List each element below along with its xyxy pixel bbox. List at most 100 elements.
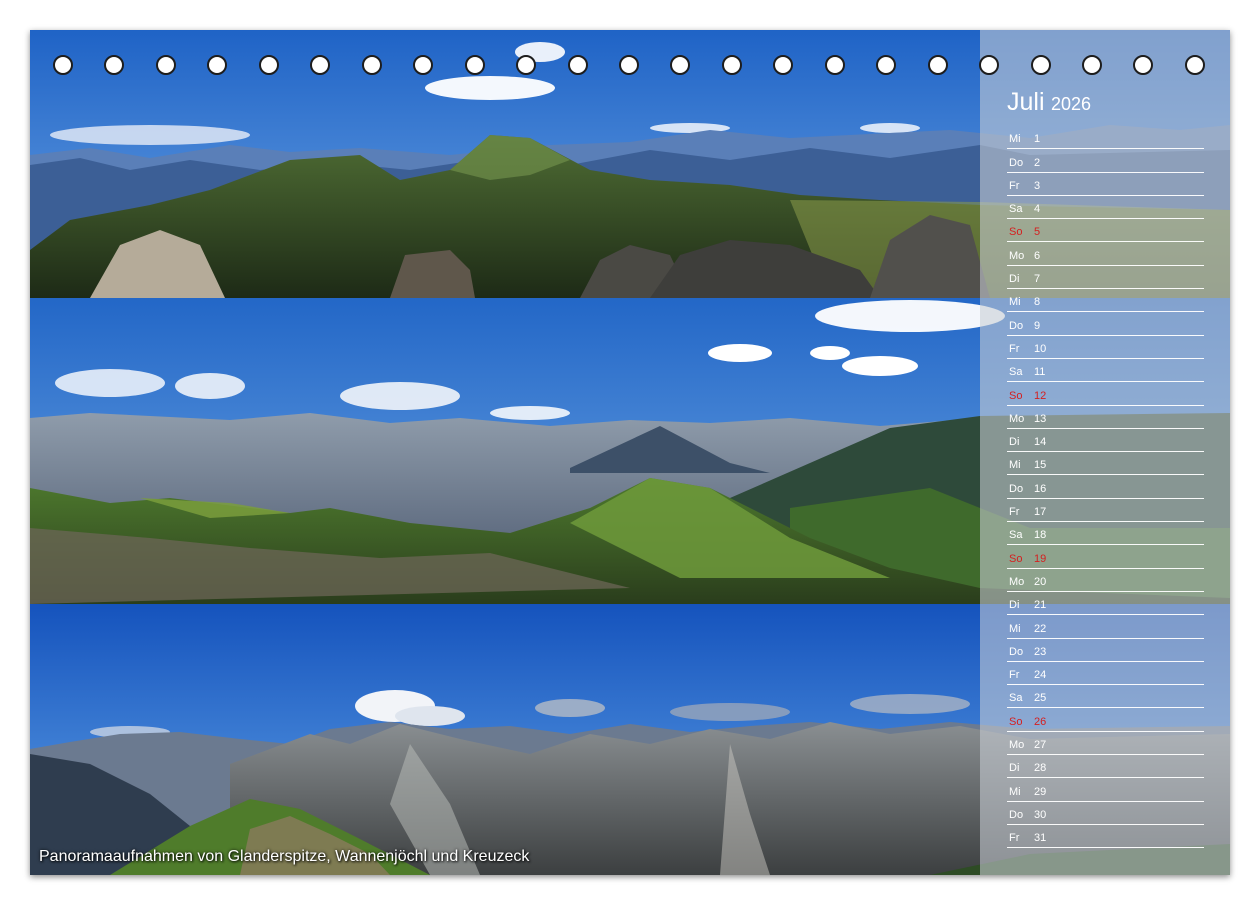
day-row: So 26: [1007, 708, 1204, 732]
weekday-label: Do: [1009, 319, 1024, 332]
binding-hole-icon: [773, 55, 794, 75]
binding-hole-icon: [567, 55, 588, 75]
binding-hole-icon: [258, 55, 279, 75]
weekday-label: Mo: [1009, 412, 1025, 425]
month-title: Juli 2026: [1007, 88, 1091, 117]
weekday-label: Fr: [1009, 832, 1020, 845]
day-row: Sa 18: [1007, 522, 1204, 546]
day-row: Di 7: [1007, 266, 1204, 290]
weekday-label: Sa: [1009, 366, 1023, 379]
day-number: 17: [1034, 506, 1047, 519]
binding-hole-icon: [207, 55, 228, 75]
day-number: 31: [1034, 832, 1047, 845]
binding-hole-icon: [979, 55, 1000, 75]
weekday-label: Sa: [1009, 529, 1023, 542]
weekday-label: So: [1009, 715, 1023, 728]
day-number: 2: [1034, 156, 1041, 169]
day-number: 1: [1034, 133, 1041, 146]
day-number: 27: [1034, 739, 1047, 752]
day-row: Mi 15: [1007, 452, 1204, 476]
day-row: Mo 27: [1007, 732, 1204, 756]
binding-hole-icon: [824, 55, 845, 75]
day-row: Do 30: [1007, 802, 1204, 825]
binding-hole-icon: [1184, 55, 1205, 75]
binding-hole-icon: [155, 55, 176, 75]
weekday-label: Fr: [1009, 506, 1020, 519]
day-row: Mi 29: [1007, 778, 1204, 802]
binding-hole-icon: [104, 55, 125, 75]
day-number: 24: [1034, 669, 1047, 682]
month-name: Juli: [1007, 88, 1045, 116]
day-row: Fr 31: [1007, 825, 1204, 849]
weekday-label: Mo: [1009, 249, 1025, 262]
day-number: 19: [1034, 552, 1047, 565]
binding-hole-icon: [927, 55, 948, 75]
day-row: Di 14: [1007, 429, 1204, 453]
day-row: Di 28: [1007, 755, 1204, 779]
day-number: 16: [1034, 482, 1047, 495]
weekday-label: Mi: [1009, 622, 1021, 635]
day-list: Mi 1 Do 2 Fr 3 Sa 4 So 5 Mo 6 Di 7 Mi 8 Do 9 Fr 10 Sa 11 So 12 M…: [1007, 126, 1204, 849]
day-number: 4: [1034, 203, 1041, 216]
day-row: Fr 17: [1007, 499, 1204, 523]
day-number: 11: [1034, 366, 1046, 379]
weekday-label: Do: [1009, 156, 1024, 169]
day-row: Sa 25: [1007, 685, 1204, 709]
weekday-label: Do: [1009, 482, 1024, 495]
day-row: Do 2: [1007, 149, 1204, 173]
weekday-label: Sa: [1009, 203, 1023, 216]
weekday-label: So: [1009, 389, 1023, 402]
binding-hole-icon: [413, 55, 434, 75]
day-row: Fr 3: [1007, 173, 1204, 196]
weekday-label: Di: [1009, 762, 1020, 775]
day-number: 8: [1034, 296, 1041, 309]
weekday-label: Mi: [1009, 296, 1021, 309]
day-row: Mo 20: [1007, 569, 1204, 592]
day-number: 22: [1034, 622, 1047, 635]
weekday-label: So: [1009, 226, 1023, 239]
weekday-label: Di: [1009, 436, 1020, 449]
day-row: Do 9: [1007, 312, 1204, 336]
binding-hole-icon: [310, 55, 331, 75]
binding-hole-icon: [53, 55, 73, 75]
day-number: 9: [1034, 319, 1041, 332]
weekday-label: Fr: [1009, 179, 1020, 192]
day-row: Fr 10: [1007, 336, 1204, 359]
day-number: 28: [1034, 762, 1047, 775]
day-number: 25: [1034, 692, 1047, 705]
day-number: 12: [1034, 389, 1047, 402]
weekday-label: Di: [1009, 273, 1020, 286]
spiral-binding: [30, 52, 1230, 82]
weekday-label: Mi: [1009, 133, 1021, 146]
day-number: 20: [1034, 575, 1047, 588]
day-row: Di 21: [1007, 592, 1204, 616]
binding-hole-icon: [876, 55, 897, 75]
day-row: So 5: [1007, 219, 1204, 243]
day-row: Mo 13: [1007, 406, 1204, 429]
binding-hole-icon: [721, 55, 742, 75]
binding-hole-icon: [464, 55, 485, 75]
binding-hole-icon: [516, 55, 537, 75]
day-number: 23: [1034, 645, 1047, 658]
day-number: 10: [1034, 342, 1047, 355]
weekday-label: Mo: [1009, 575, 1025, 588]
day-number: 18: [1034, 529, 1047, 542]
calendar-sidebar: Juli 2026 Mi 1 Do 2 Fr 3 Sa 4 So 5 Mo 6 Di 7 Mi 8 Do 9 Fr 1…: [980, 30, 1230, 875]
binding-hole-icon: [1082, 55, 1102, 75]
day-row: Mi 22: [1007, 615, 1204, 639]
weekday-label: Fr: [1009, 669, 1020, 682]
day-row: Do 23: [1007, 639, 1204, 662]
binding-hole-icon: [1030, 55, 1051, 75]
day-number: 3: [1034, 179, 1041, 192]
weekday-label: Mo: [1009, 739, 1025, 752]
weekday-label: Fr: [1009, 342, 1020, 355]
day-number: 15: [1034, 459, 1047, 472]
binding-hole-icon: [361, 55, 382, 75]
month-year: 2026: [1050, 94, 1092, 114]
day-number: 21: [1034, 599, 1047, 612]
day-number: 26: [1034, 715, 1047, 728]
day-row: Mi 1: [1007, 126, 1204, 150]
weekday-label: Mi: [1009, 459, 1021, 472]
weekday-label: Mi: [1009, 785, 1021, 798]
calendar-page: Juli 2026 Mi 1 Do 2 Fr 3 Sa 4 So 5 Mo 6 Di 7 Mi 8 Do 9 Fr 1…: [30, 30, 1230, 875]
